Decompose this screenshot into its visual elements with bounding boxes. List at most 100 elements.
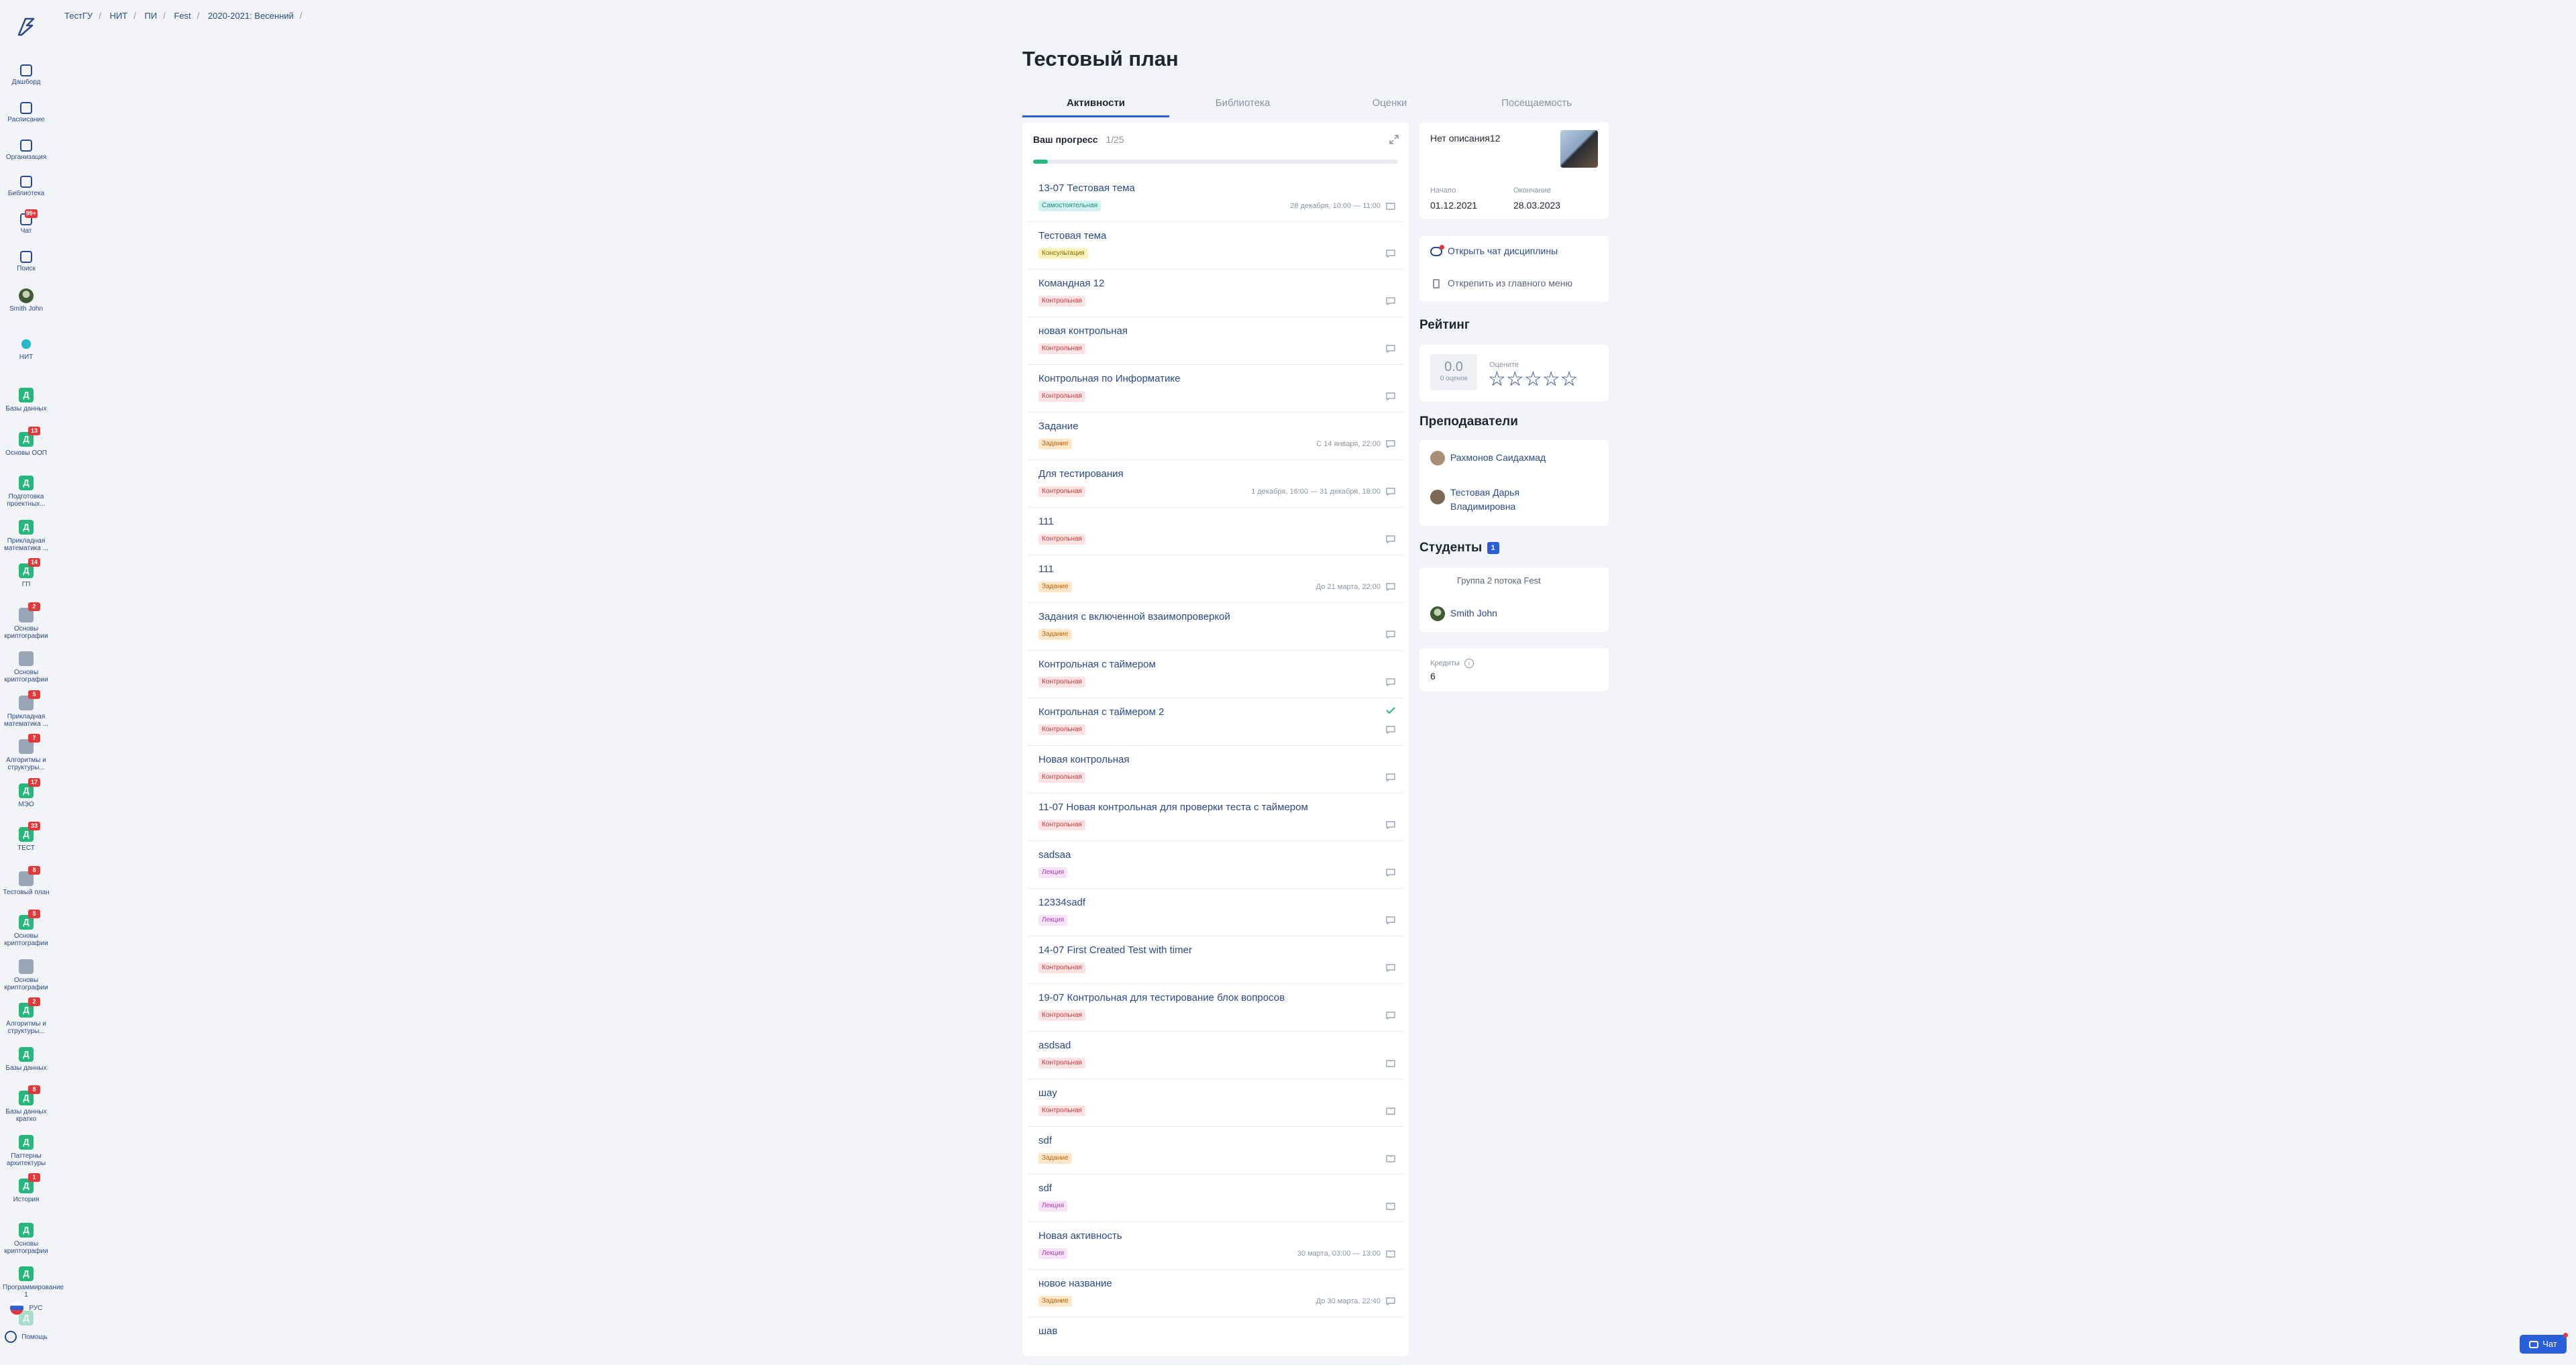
activity-title[interactable]: Задание: [1038, 421, 1079, 432]
activity-row[interactable]: Новая контрольная Контрольная: [1028, 746, 1403, 794]
activity-row[interactable]: Для тестирования Контрольная 1 декабря, 16…: [1028, 460, 1403, 508]
tab-grades[interactable]: Оценки: [1316, 97, 1463, 115]
star-icon[interactable]: ☆: [1524, 368, 1542, 390]
chat-button[interactable]: Чат: [2520, 1333, 2568, 1354]
activity-title[interactable]: новая контрольная: [1038, 325, 1128, 337]
sidebar-course-item[interactable]: 5 Прикладная математика ...: [0, 690, 52, 728]
breadcrumb-item[interactable]: ПИ: [144, 11, 157, 21]
activity-row[interactable]: sdf Задание: [1028, 1127, 1403, 1175]
student-group[interactable]: Группа 2 потока Fest: [1457, 576, 1541, 586]
activity-title[interactable]: Тестовая тема: [1038, 230, 1106, 241]
language-switcher[interactable]: РУС: [0, 1301, 52, 1315]
activity-title[interactable]: Новая контрольная: [1038, 754, 1130, 765]
breadcrumb-item[interactable]: ТестГУ: [64, 11, 93, 21]
activity-row[interactable]: 111 Контрольная: [1028, 508, 1403, 555]
sidebar-course-item[interactable]: 8 Тестовый план: [0, 865, 52, 896]
unpin-button[interactable]: Открепить из главного меню: [1430, 278, 1572, 289]
activity-title[interactable]: Новая активность: [1038, 1230, 1122, 1242]
info-icon[interactable]: i: [1464, 659, 1474, 668]
activity-row[interactable]: 19-07 Контрольная для тестирование блок …: [1028, 984, 1403, 1032]
nav-item-4[interactable]: 99+ Чат: [0, 209, 52, 235]
star-icon[interactable]: ☆: [1542, 368, 1560, 390]
nav-item-7[interactable]: НИТ: [0, 337, 52, 361]
sidebar-course-item[interactable]: Д 33 ТЕСТ: [0, 822, 52, 852]
sidebar-course-item[interactable]: Основы криптографии: [0, 959, 52, 991]
sidebar-course-item[interactable]: Д 2 Алгоритмы и структуры...: [0, 997, 52, 1035]
activity-title[interactable]: шав: [1038, 1325, 1057, 1337]
activity-title[interactable]: 14-07 First Created Test with timer: [1038, 944, 1192, 956]
activity-title[interactable]: Контрольная с таймером 2: [1038, 706, 1164, 718]
sidebar-course-item[interactable]: Д 8 Базы данных кратко: [0, 1085, 52, 1123]
star-rating[interactable]: ☆☆☆☆☆: [1488, 368, 1578, 391]
student-item[interactable]: Smith John: [1430, 606, 1497, 621]
activity-row[interactable]: Новая активность Лекция 30 марта, 03:00 — …: [1028, 1222, 1403, 1270]
activity-title[interactable]: 111: [1038, 563, 1054, 575]
sidebar-course-item[interactable]: Основы криптографии: [0, 651, 52, 684]
activity-row[interactable]: Задания с включенной взаимопроверкой Зада…: [1028, 603, 1403, 651]
nav-item-2[interactable]: Организация: [0, 140, 52, 161]
teacher-item[interactable]: Рахмонов Саидахмад: [1430, 451, 1546, 466]
activity-row[interactable]: Контрольная по Информатике Контрольная: [1028, 365, 1403, 413]
breadcrumb-item[interactable]: Fest: [174, 11, 191, 21]
nav-item-5[interactable]: Поиск: [0, 251, 52, 272]
sidebar-course-item[interactable]: Д 13 Основы ООП: [0, 426, 52, 457]
activity-title[interactable]: asdsad: [1038, 1040, 1071, 1051]
tab-library[interactable]: Библиотека: [1169, 97, 1316, 115]
activity-row[interactable]: новое название Задание До 30 марта, 22:40: [1028, 1270, 1403, 1317]
activity-row[interactable]: Контрольная с таймером Контрольная: [1028, 651, 1403, 698]
activity-title[interactable]: sdf: [1038, 1135, 1052, 1146]
breadcrumb-item[interactable]: 2020-2021: Весенний: [208, 11, 294, 21]
activity-title[interactable]: Контрольная с таймером: [1038, 659, 1156, 670]
activity-row[interactable]: Командная 12 Контрольная: [1028, 270, 1403, 317]
activity-row[interactable]: 11-07 Новая контрольная для проверки тес…: [1028, 794, 1403, 841]
activity-row[interactable]: Тестовая тема Консультация: [1028, 222, 1403, 270]
activity-title[interactable]: новое название: [1038, 1278, 1112, 1289]
activity-title[interactable]: 111: [1038, 516, 1054, 527]
activity-row[interactable]: шау Контрольная: [1028, 1079, 1403, 1127]
activity-row[interactable]: Контрольная с таймером 2 Контрольная: [1028, 698, 1403, 746]
activity-title[interactable]: sadsaa: [1038, 849, 1071, 861]
sidebar-course-item[interactable]: Д Программирование 1: [0, 1266, 64, 1299]
tab-attendance[interactable]: Посещаемость: [1463, 97, 1610, 115]
activity-title[interactable]: sdf: [1038, 1183, 1052, 1194]
activity-title[interactable]: Командная 12: [1038, 278, 1104, 289]
app-logo-icon[interactable]: [15, 15, 38, 38]
sidebar-course-item[interactable]: Д 5 Основы криптографии: [0, 910, 52, 947]
activity-row[interactable]: Задание Задание С 14 января, 22:00: [1028, 413, 1403, 460]
activity-title[interactable]: 13-07 Тестовая тема: [1038, 182, 1135, 194]
star-icon[interactable]: ☆: [1488, 368, 1506, 390]
sidebar-course-item[interactable]: Д 14 ГП: [0, 558, 52, 588]
sidebar-course-item[interactable]: Д Прикладная математика ...: [0, 519, 52, 552]
tab-activities[interactable]: Активности: [1022, 97, 1169, 117]
activity-row[interactable]: новая контрольная Контрольная: [1028, 317, 1403, 365]
nav-item-0[interactable]: Дашборд: [0, 64, 52, 86]
open-chat-button[interactable]: Открыть чат дисциплины: [1430, 245, 1558, 257]
teacher-item[interactable]: Тестовая Дарья Владимировна: [1430, 486, 1551, 514]
help-link[interactable]: Помощь: [0, 1331, 52, 1343]
activity-row[interactable]: sdf Лекция: [1028, 1175, 1403, 1222]
sidebar-course-item[interactable]: Д 1 История: [0, 1173, 52, 1203]
activity-title[interactable]: 12334sadf: [1038, 897, 1085, 908]
sidebar-course-item[interactable]: Д 17 МЭО: [0, 777, 52, 808]
activity-row[interactable]: asdsad Контрольная: [1028, 1032, 1403, 1079]
nav-item-1[interactable]: Расписание: [0, 102, 52, 123]
activity-row[interactable]: шав: [1028, 1317, 1403, 1365]
activity-title[interactable]: Для тестирования: [1038, 468, 1124, 480]
star-icon[interactable]: ☆: [1560, 368, 1578, 390]
sidebar-course-item[interactable]: Д Подготовка проектных...: [0, 476, 52, 508]
activity-title[interactable]: 11-07 Новая контрольная для проверки тес…: [1038, 802, 1308, 813]
star-icon[interactable]: ☆: [1506, 368, 1524, 390]
breadcrumb-item[interactable]: НИТ: [109, 11, 127, 21]
expand-icon[interactable]: [1389, 134, 1399, 145]
sidebar-course-item[interactable]: Д Основы криптографии: [0, 1222, 52, 1255]
activity-row[interactable]: 13-07 Тестовая тема Самостоятельная 28 дек…: [1028, 174, 1403, 222]
sidebar-course-item[interactable]: Д Базы данных: [0, 1046, 52, 1072]
sidebar-course-item[interactable]: 7 Алгоритмы и структуры...: [0, 734, 52, 771]
sidebar-course-item[interactable]: Д Паттерны архитектуры: [0, 1134, 52, 1167]
activity-title[interactable]: шау: [1038, 1087, 1057, 1099]
activity-row[interactable]: 12334sadf Лекция: [1028, 889, 1403, 936]
sidebar-course-item[interactable]: 2 Основы криптографии: [0, 602, 52, 640]
activity-title[interactable]: Задания с включенной взаимопроверкой: [1038, 611, 1230, 622]
activity-title[interactable]: Контрольная по Информатике: [1038, 373, 1180, 384]
nav-item-6[interactable]: Smith John: [0, 288, 52, 313]
